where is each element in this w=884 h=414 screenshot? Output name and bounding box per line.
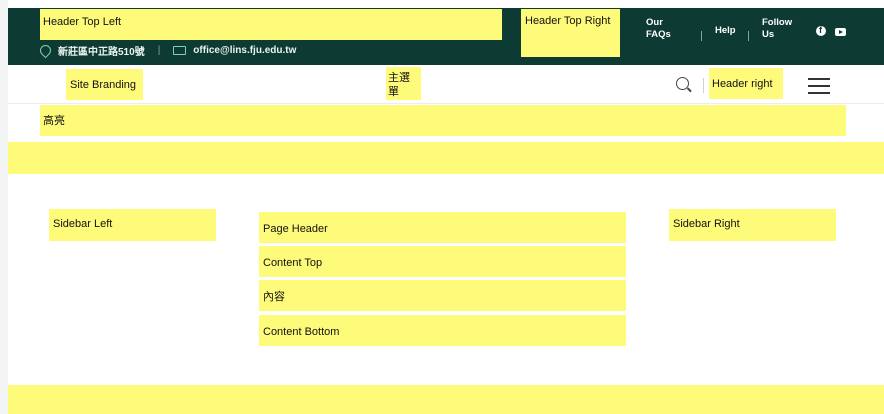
youtube-icon[interactable] — [835, 28, 846, 36]
header-top-left-region: Header Top Left — [40, 9, 502, 40]
faqs-link[interactable]: Our FAQs — [646, 17, 678, 41]
sidebar-right-region: Sidebar Right — [669, 209, 836, 241]
content-region: 內容 — [259, 280, 626, 311]
facebook-icon[interactable] — [816, 25, 826, 36]
footer-region — [8, 385, 884, 414]
contact-divider: | — [157, 44, 161, 56]
mail-icon — [173, 45, 187, 55]
main-menu-region: 主選單 — [386, 67, 421, 100]
site-branding-region: Site Branding — [66, 69, 143, 100]
highlight-region: 高亮 — [40, 105, 846, 136]
contact-info: 新莊區中正路510號 | office@lins.fju.edu.tw — [37, 42, 296, 58]
header-top-right-region: Header Top Right — [521, 9, 620, 57]
location-pin-icon — [37, 42, 54, 58]
toplinks-divider — [701, 31, 702, 41]
content-top-region: Content Top — [259, 246, 626, 277]
header-divider — [703, 78, 704, 93]
help-link[interactable]: Help — [715, 25, 736, 37]
toplinks-divider — [748, 31, 749, 41]
address-text: 新莊區中正路510號 — [58, 46, 145, 58]
follow-us-label: Follow Us — [762, 17, 793, 40]
page-header-region: Page Header — [259, 212, 626, 243]
email-link[interactable]: office@lins.fju.edu.tw — [193, 45, 296, 56]
featured-band — [8, 142, 884, 174]
header-right-region: Header right — [709, 68, 783, 99]
menu-icon[interactable] — [808, 78, 830, 94]
sidebar-left-region: Sidebar Left — [49, 209, 216, 241]
search-icon[interactable] — [676, 77, 689, 90]
content-bottom-region: Content Bottom — [259, 315, 626, 346]
